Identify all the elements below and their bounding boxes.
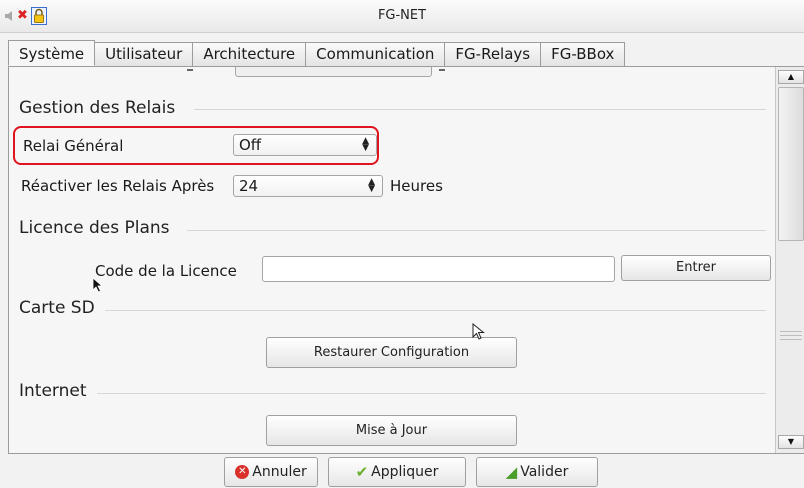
section-title-relais: Gestion des Relais bbox=[19, 98, 176, 118]
scroll-grip-line bbox=[780, 335, 802, 336]
section-divider bbox=[187, 230, 766, 231]
section-divider bbox=[97, 393, 766, 394]
tab-architecture[interactable]: Architecture bbox=[193, 42, 307, 67]
apply-label: Appliquer bbox=[371, 464, 439, 480]
tab-fg-relays[interactable]: FG-Relays bbox=[445, 42, 542, 67]
apply-button[interactable]: ✔ Appliquer bbox=[328, 457, 466, 487]
reactiver-label: Réactiver les Relais Après bbox=[21, 177, 215, 195]
reactiver-value: 24 bbox=[239, 177, 259, 195]
restore-config-button[interactable]: Restaurer Configuration bbox=[266, 337, 517, 368]
tab-systeme[interactable]: Système bbox=[8, 40, 96, 66]
arrow-cursor-outline-icon bbox=[472, 323, 485, 340]
scroll-grip-line bbox=[780, 339, 802, 340]
licence-code-label: Code de la Licence bbox=[95, 262, 237, 280]
tab-communication[interactable]: Communication bbox=[306, 42, 446, 67]
relai-general-label: Relai Général bbox=[23, 137, 124, 155]
section-divider bbox=[194, 109, 766, 110]
section-title-internet: Internet bbox=[19, 381, 87, 401]
update-button[interactable]: Mise à Jour bbox=[266, 415, 517, 446]
enter-button[interactable]: Entrer bbox=[621, 255, 771, 281]
scroll-thumb[interactable] bbox=[778, 87, 804, 241]
scroll-content: Gestion des Relais Relai Général Off ▲ ▼ … bbox=[9, 67, 775, 453]
settings-panel: Gestion des Relais Relai Général Off ▲ ▼ … bbox=[8, 66, 804, 454]
partially-hidden-combo[interactable] bbox=[235, 67, 432, 77]
relai-general-value: Off bbox=[239, 136, 262, 154]
cancel-label: Annuler bbox=[252, 464, 307, 480]
cancel-icon: ✕ bbox=[235, 465, 250, 479]
window-title: FG-NET bbox=[377, 8, 427, 23]
thumbs-up-icon: ◢ bbox=[505, 463, 518, 481]
section-title-sd: Carte SD bbox=[19, 298, 95, 318]
validate-label: Valider bbox=[520, 464, 569, 480]
tab-fg-bbox[interactable]: FG-BBox bbox=[541, 42, 626, 67]
cancel-button[interactable]: ✕ Annuler bbox=[224, 457, 318, 487]
cut-off-glyph bbox=[187, 67, 193, 71]
title-bar: ✖ FG-NET bbox=[0, 0, 804, 33]
section-divider bbox=[105, 310, 766, 311]
section-title-licence: Licence des Plans bbox=[19, 218, 170, 238]
scroll-grip-line bbox=[780, 331, 802, 332]
tab-utilisateur[interactable]: Utilisateur bbox=[95, 42, 194, 67]
scroll-up-icon[interactable]: ▲ bbox=[778, 70, 804, 84]
updown-arrows-icon: ▲ ▼ bbox=[368, 177, 375, 194]
reactiver-select[interactable]: 24 ▲ ▼ bbox=[233, 175, 383, 197]
vertical-scrollbar[interactable]: ▲ ▼ bbox=[775, 67, 804, 453]
arrow-cursor-icon bbox=[92, 277, 104, 293]
scroll-down-icon[interactable]: ▼ bbox=[778, 435, 804, 449]
relai-general-select[interactable]: Off ▲ ▼ bbox=[233, 134, 377, 156]
tab-bar: Système Utilisateur Architecture Communi… bbox=[8, 40, 626, 67]
heures-label: Heures bbox=[390, 177, 443, 195]
cut-off-glyph bbox=[439, 67, 445, 71]
checkmark-icon: ✔ bbox=[355, 463, 369, 481]
updown-arrows-icon: ▲ ▼ bbox=[362, 136, 369, 153]
licence-code-input[interactable] bbox=[262, 256, 615, 282]
validate-button[interactable]: ◢ Valider bbox=[476, 457, 598, 487]
